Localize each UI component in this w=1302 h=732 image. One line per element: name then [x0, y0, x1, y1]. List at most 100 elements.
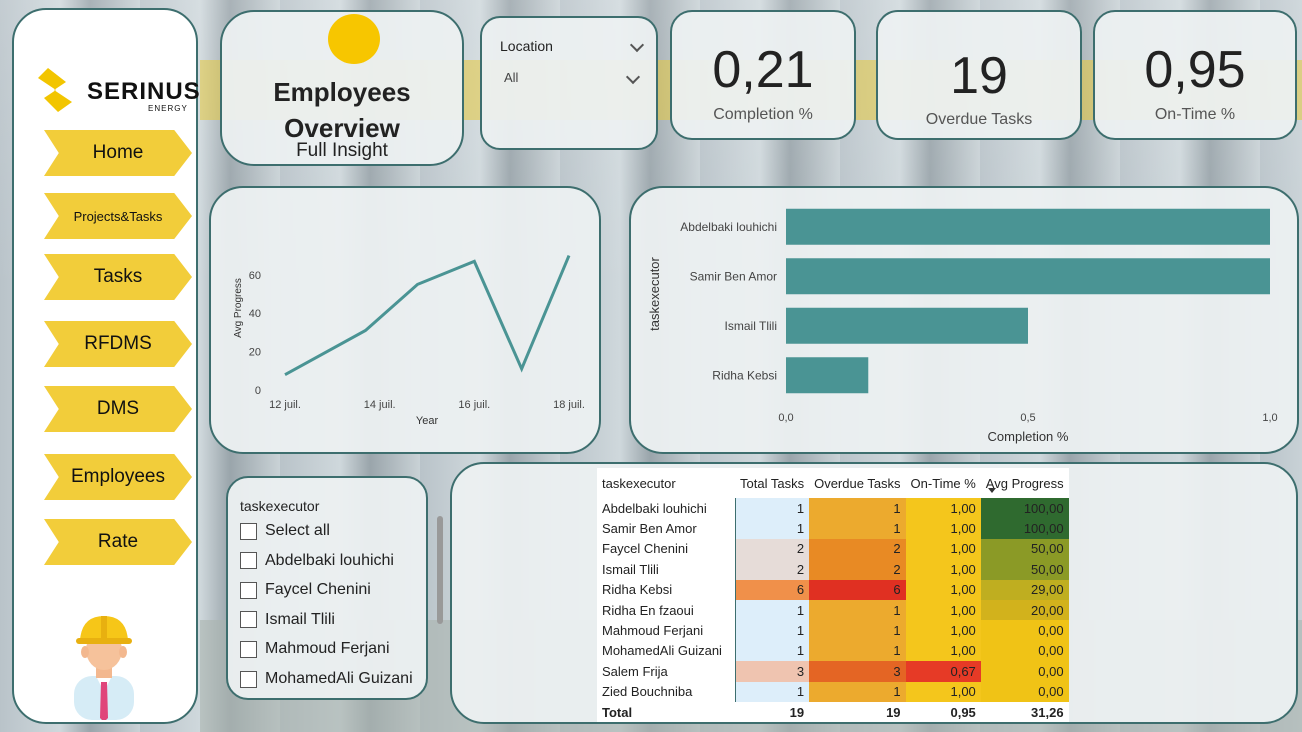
checkbox[interactable] [240, 522, 257, 540]
slicer-item-label: MohamedAli Guizani [265, 670, 413, 687]
y-axis-title: taskexecutor [647, 256, 662, 330]
bar-category-label: Samir Ben Amor [690, 269, 777, 283]
cell-value: 1 [735, 681, 810, 702]
kpi-label: Overdue Tasks [925, 111, 1033, 128]
cell-value: 1,00 [905, 538, 981, 560]
bar-category-label: Ismail Tlili [725, 319, 777, 333]
cell-value: 1,00 [905, 599, 981, 621]
cell-value: 1 [735, 498, 810, 519]
cell-value: 1 [735, 640, 810, 662]
cell-value: 29,00 [980, 579, 1069, 600]
x-tick-label: 0,5 [1020, 412, 1035, 424]
table-row[interactable]: Samir Ben Amor 1 1 1,00 100,00 [597, 518, 1069, 539]
cell-value: 6 [809, 579, 906, 600]
cell-value: 1,00 [905, 620, 981, 641]
cell-name: Samir Ben Amor [597, 518, 736, 539]
x-tick-label: 18 juil. [553, 399, 585, 411]
cell-value: 0,67 [905, 661, 981, 682]
total-value: 19 [886, 704, 901, 720]
table-row[interactable]: Ridha Kebsi 6 6 1,00 29,00 [597, 579, 1069, 600]
table-row[interactable]: Salem Frija 3 3 0,67 0,00 [597, 661, 1069, 682]
checkbox[interactable] [240, 670, 257, 688]
cell-name: Ridha Kebsi [597, 579, 736, 600]
bar-chart-svg: Abdelbaki louhichi Samir Ben Amor Ismail T… [647, 208, 1278, 444]
title-card: Employees Overview Full Insight [220, 10, 464, 166]
table-row[interactable]: Abdelbaki louhichi 1 1 1,00 100,00 [597, 498, 1069, 519]
table-row[interactable]: MohamedAli Guizani 1 1 1,00 0,00 [597, 640, 1069, 662]
avg-progress-line-chart[interactable]: 0 20 40 60 12 juil. 14 juil. 16 juil. 18 juil. Y… [209, 186, 601, 454]
bar-category-label: Ridha Kebsi [712, 368, 777, 382]
page-subtitle: Full Insight [296, 140, 388, 161]
cell-value: 3 [735, 661, 810, 682]
slicer-item[interactable]: Abdelbaki louhichi [240, 552, 394, 570]
total-value: 0,95 [950, 704, 976, 720]
total-label: Total [602, 704, 633, 720]
cell-value: 1,00 [905, 640, 981, 662]
checkbox[interactable] [240, 552, 257, 570]
bar[interactable] [786, 208, 1270, 245]
bar[interactable] [786, 307, 1028, 344]
engineer-avatar-icon [74, 616, 134, 720]
brand-sub: ENERGY [148, 104, 188, 113]
kpi-value: 0,21 [712, 41, 814, 99]
slicer-item[interactable]: Mahmoud Ferjani [240, 640, 390, 658]
cell-value: 0,00 [980, 620, 1069, 641]
slicer-select-all[interactable]: Select all [240, 522, 330, 540]
column-header[interactable]: Overdue Tasks [809, 468, 905, 498]
nav-tasks-button[interactable]: Tasks [44, 254, 192, 300]
slicer-item[interactable]: Faycel Chenini [240, 581, 371, 599]
kpi-completion-card: 0,21 Completion % [670, 10, 856, 140]
table-row[interactable]: Mahmoud Ferjani 1 1 1,00 0,00 [597, 620, 1069, 641]
nav-employees-button[interactable]: Employees [44, 454, 192, 500]
kpi-value: 0,95 [1144, 41, 1246, 99]
cell-name: Mahmoud Ferjani [597, 620, 736, 641]
cell-value: 1 [809, 599, 906, 621]
cell-name: Abdelbaki louhichi [597, 498, 736, 519]
y-tick-label: 60 [249, 270, 261, 282]
line-chart-svg: 0 20 40 60 12 juil. 14 juil. 16 juil. 18 juil. Y… [233, 255, 585, 427]
column-header[interactable]: On-Time % [906, 468, 981, 498]
sort-desc-icon[interactable] [988, 488, 996, 493]
cell-value: 1 [809, 681, 906, 702]
chevron-down-icon[interactable] [625, 69, 641, 85]
cell-name: Ismail Tlili [597, 559, 736, 580]
cell-value: 0,00 [980, 640, 1069, 662]
checkbox[interactable] [240, 611, 257, 629]
bar[interactable] [786, 357, 869, 394]
table-row[interactable]: Zied Bouchniba 1 1 1,00 0,00 [597, 681, 1069, 702]
series-line[interactable] [284, 255, 571, 376]
x-tick-label: 1,0 [1262, 412, 1277, 424]
nav-dms-button[interactable]: DMS [44, 386, 192, 432]
table-row[interactable]: Ridha En fzaoui 1 1 1,00 20,00 [597, 599, 1069, 621]
table-row[interactable]: Faycel Chenini 2 2 1,00 50,00 [597, 538, 1069, 560]
cell-value: 1 [735, 599, 810, 621]
nav-home-button[interactable]: Home [44, 130, 192, 176]
x-tick-label: 0,0 [778, 412, 793, 424]
cell-value: 2 [809, 538, 906, 560]
table-row[interactable]: Ismail Tlili 2 2 1,00 50,00 [597, 559, 1069, 580]
location-dropdown-value[interactable]: All [504, 70, 518, 85]
collapse-chevron-icon[interactable] [629, 37, 645, 53]
x-tick-label: 12 juil. [269, 399, 301, 411]
column-header[interactable]: Total Tasks [735, 468, 809, 498]
kpi-value: 19 [950, 47, 1008, 105]
taskexecutor-slicer: taskexecutor Select all Abdelbaki louhich… [226, 476, 443, 700]
slicer-item[interactable]: Ismail Tlili [240, 611, 335, 629]
page-title-line1: Employees [273, 77, 411, 107]
cell-name: Zied Bouchniba [597, 681, 736, 702]
checkbox[interactable] [240, 640, 257, 658]
nav-rate-button[interactable]: Rate [44, 519, 192, 565]
column-header[interactable]: Avg Progress [981, 468, 1069, 498]
completion-bar-chart[interactable]: Abdelbaki louhichi Samir Ben Amor Ismail T… [629, 186, 1299, 454]
slicer-scrollbar[interactable] [437, 516, 443, 624]
slicer-item[interactable]: MohamedAli Guizani [240, 670, 413, 688]
cell-value: 1 [809, 620, 906, 641]
y-tick-label: 0 [255, 385, 261, 397]
bar[interactable] [786, 258, 1270, 295]
column-header[interactable]: taskexecutor [597, 468, 735, 498]
nav-rfdms-button[interactable]: RFDMS [44, 321, 192, 367]
location-filter[interactable]: Location All [480, 16, 658, 150]
nav-projects-tasks-button[interactable]: Projects&Tasks [44, 193, 192, 239]
checkbox[interactable] [240, 581, 257, 599]
brand-name: SERINUS [87, 78, 201, 105]
